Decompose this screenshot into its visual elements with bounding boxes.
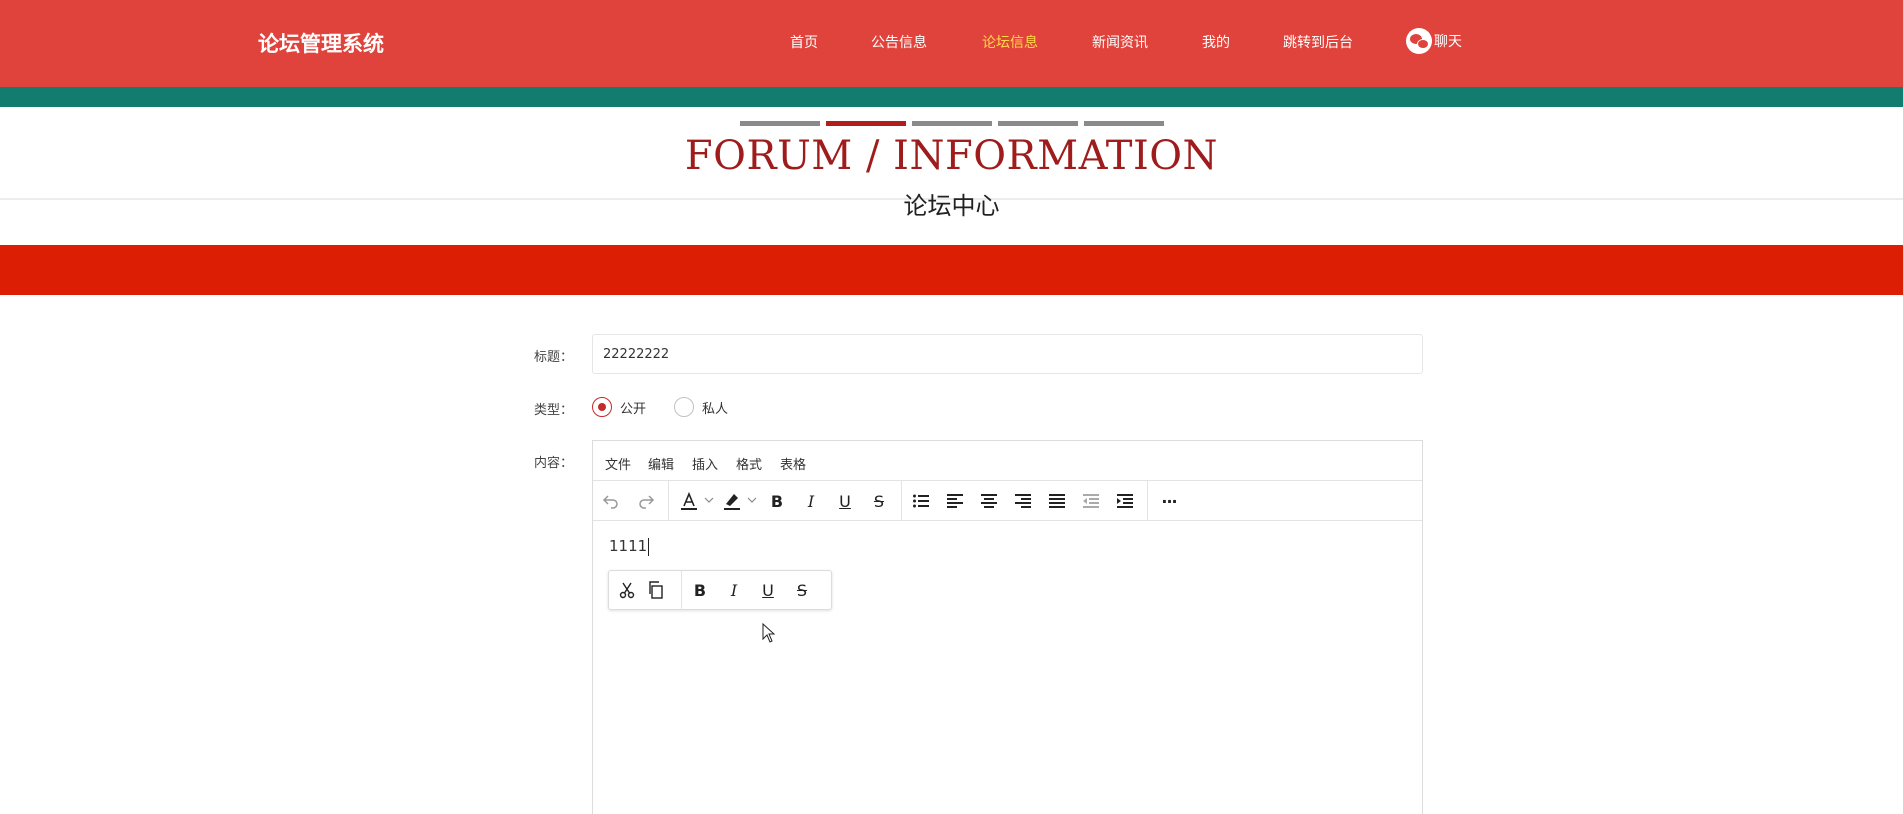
align-right-icon[interactable]: [1011, 489, 1035, 513]
highlight-color-icon[interactable]: [720, 489, 744, 513]
strikethrough-icon[interactable]: S: [790, 578, 814, 602]
title-decor-line: [912, 121, 992, 126]
title-decor-line: [998, 121, 1078, 126]
title-decor-line-active: [826, 121, 906, 126]
indent-icon[interactable]: [1113, 489, 1137, 513]
copy-icon[interactable]: [644, 578, 668, 602]
chevron-down-icon[interactable]: [747, 495, 757, 505]
chat-label: 聊天: [1434, 34, 1462, 50]
editor-content-area[interactable]: 1111: [609, 537, 650, 556]
align-justify-icon[interactable]: [1045, 489, 1069, 513]
content-label: 内容：: [534, 456, 574, 471]
bold-icon[interactable]: B: [765, 489, 789, 513]
nav-item-announcements[interactable]: 公告信息: [871, 32, 927, 52]
outdent-icon[interactable]: [1079, 489, 1103, 513]
menu-file[interactable]: 文件: [605, 454, 631, 473]
nav-item-home[interactable]: 首页: [790, 32, 818, 52]
align-center-icon[interactable]: [977, 489, 1001, 513]
redo-icon[interactable]: [634, 489, 658, 513]
title-input[interactable]: [592, 334, 1423, 374]
title-label: 标题：: [534, 350, 574, 365]
chevron-down-icon[interactable]: [704, 495, 714, 505]
mouse-pointer-icon: [762, 623, 776, 643]
forum-post-page: 论坛管理系统 首页 公告信息 论坛信息 新闻资讯 我的 跳转到后台 聊天 FOR…: [0, 0, 1903, 814]
header-accent-bar: [0, 87, 1903, 107]
menu-edit[interactable]: 编辑: [648, 454, 674, 473]
section-banner: [0, 245, 1903, 295]
inline-selection-toolbar: B I U S: [608, 570, 832, 610]
radio-unchecked-icon[interactable]: [674, 397, 694, 417]
editor-text: 1111: [609, 537, 648, 555]
toolbar-separator: [681, 571, 682, 610]
underline-icon[interactable]: U: [756, 578, 780, 602]
strikethrough-icon[interactable]: S: [867, 489, 891, 513]
radio-checked-icon[interactable]: [592, 397, 612, 417]
text-cursor: [648, 537, 650, 556]
bold-icon[interactable]: B: [688, 578, 712, 602]
type-label: 类型：: [534, 403, 574, 418]
more-icon[interactable]: ···: [1157, 489, 1181, 513]
undo-icon[interactable]: [599, 489, 623, 513]
top-navbar: 论坛管理系统 首页 公告信息 论坛信息 新闻资讯 我的 跳转到后台 聊天: [0, 0, 1903, 87]
rich-text-editor: 文件 编辑 插入 格式 表格 B I U S ··· 1111: [592, 440, 1423, 814]
menu-format[interactable]: 格式: [736, 454, 762, 473]
italic-icon[interactable]: I: [799, 489, 823, 513]
cut-icon[interactable]: [615, 578, 639, 602]
align-left-icon[interactable]: [943, 489, 967, 513]
title-decor-line: [1084, 121, 1164, 126]
radio-label: 私人: [702, 401, 729, 417]
toolbar-separator: [668, 481, 669, 520]
nav-item-news[interactable]: 新闻资讯: [1092, 32, 1148, 52]
italic-icon[interactable]: I: [722, 578, 746, 602]
nav-item-admin[interactable]: 跳转到后台: [1283, 32, 1353, 52]
section-title-cn: 论坛中心: [903, 192, 1000, 220]
editor-toolbar: B I U S ···: [593, 481, 1422, 521]
radio-label: 公开: [620, 401, 647, 417]
underline-icon[interactable]: U: [833, 489, 857, 513]
nav-item-mine[interactable]: 我的: [1202, 32, 1230, 52]
toolbar-separator: [1147, 481, 1148, 520]
menu-table[interactable]: 表格: [780, 454, 806, 473]
section-title-en: FORUM / INFORMATION: [684, 133, 1219, 179]
toolbar-separator: [901, 481, 902, 520]
brand-title[interactable]: 论坛管理系统: [258, 28, 384, 58]
title-decor-line: [740, 121, 820, 126]
type-radio-public[interactable]: 公开: [592, 397, 646, 417]
type-radio-private[interactable]: 私人: [674, 397, 728, 417]
chat-link[interactable]: 聊天: [1406, 28, 1462, 54]
chat-bubbles-icon: [1406, 28, 1432, 54]
nav-item-forum[interactable]: 论坛信息: [982, 32, 1038, 52]
bullet-list-icon[interactable]: [909, 489, 933, 513]
font-color-icon[interactable]: [677, 489, 701, 513]
menu-insert[interactable]: 插入: [692, 454, 718, 473]
editor-menubar: 文件 编辑 插入 格式 表格: [593, 441, 1422, 481]
